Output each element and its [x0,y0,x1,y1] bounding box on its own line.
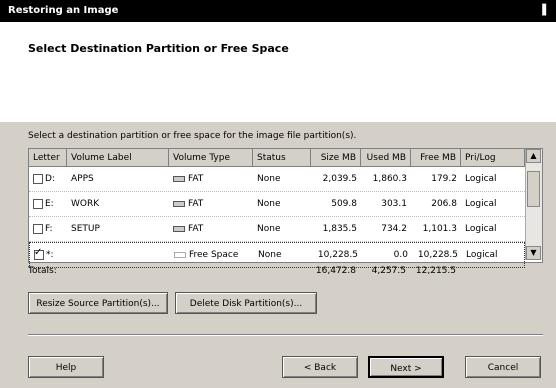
size-mb: 2,039.5 [322,174,357,184]
free-mb: 1,101.3 [422,224,457,234]
totals-row: Totals: 16,472.8 4,257.5 12,215.5 [28,266,524,282]
column-letter[interactable]: Letter [29,149,67,167]
used-mb: 1,860.3 [372,174,407,184]
volume-label: APPS [71,174,94,184]
table-row[interactable]: D: APPS FAT None 2,039.5 1,860.3 179.2 L… [29,167,525,192]
next-button[interactable]: Next > [368,356,444,378]
row-checkbox-checked[interactable] [34,247,44,260]
table-header: Letter Volume Label Volume Type Status S… [29,149,525,167]
table-row[interactable]: F: SETUP FAT None 1,835.5 734.2 1,101.3 … [29,217,525,242]
down-arrow-icon[interactable]: ▼ [526,246,541,260]
size-mb: 509.8 [331,199,357,209]
resize-source-partitions-button[interactable]: Resize Source Partition(s)... [28,292,168,314]
pri-log: Logical [465,174,497,184]
totals-label: Totals: [28,266,57,276]
table-row[interactable]: E: WORK FAT None 509.8 303.1 206.8 Logic… [29,192,525,217]
back-button[interactable]: < Back [282,356,358,378]
status: None [257,224,281,234]
used-mb: 303.1 [381,199,407,209]
wizard-header: Select Destination Partition or Free Spa… [0,22,556,122]
drive-letter: F: [45,224,53,234]
partition-table: Letter Volume Label Volume Type Status S… [28,148,543,268]
drive-icon [173,200,185,207]
column-pri-log[interactable]: Pri/Log [461,149,525,167]
free-mb: 10,228.5 [417,250,458,260]
total-free: 12,215.5 [415,266,456,276]
drive-icon [173,175,185,182]
column-free[interactable]: Free MB [411,149,461,167]
size-mb: 10,228.5 [317,250,358,260]
drive-letter: *: [46,250,54,260]
status: None [257,199,281,209]
row-checkbox[interactable] [33,199,43,209]
drive-icon [173,225,185,232]
pri-log: Logical [466,250,498,260]
scrollbar-thumb[interactable] [527,171,540,207]
up-arrow-icon[interactable]: ▲ [526,149,541,163]
row-checkbox[interactable] [33,174,43,184]
drive-letter: D: [45,174,55,184]
page-title: Select Destination Partition or Free Spa… [28,42,289,55]
vertical-scrollbar[interactable]: ▲ ▼ [525,149,542,260]
column-volume-label[interactable]: Volume Label [67,149,169,167]
used-mb: 734.2 [381,224,407,234]
row-checkbox[interactable] [33,224,43,234]
free-space-icon [174,251,186,258]
volume-label: SETUP [71,224,100,234]
volume-type: FAT [188,174,204,184]
column-status[interactable]: Status [253,149,311,167]
pri-log: Logical [465,199,497,209]
window-title: Restoring an Image [8,5,119,16]
table-rows: D: APPS FAT None 2,039.5 1,860.3 179.2 L… [29,167,525,268]
status: None [258,250,282,260]
title-bar: Restoring an Image ▌ [0,0,556,22]
column-volume-type[interactable]: Volume Type [169,149,253,167]
drive-letter: E: [45,199,54,209]
volume-type: Free Space [189,250,239,260]
title-bar-edge: ▌ [542,5,550,16]
pri-log: Logical [465,224,497,234]
table-row-selected[interactable]: *: Free Space None 10,228.5 0.0 10,228.5… [29,242,525,268]
divider [28,334,543,336]
free-mb: 206.8 [431,199,457,209]
size-mb: 1,835.5 [322,224,357,234]
delete-disk-partitions-button[interactable]: Delete Disk Partition(s)... [175,292,317,314]
volume-label: WORK [71,199,100,209]
cancel-button[interactable]: Cancel [465,356,541,378]
column-used[interactable]: Used MB [361,149,411,167]
volume-type: FAT [188,224,204,234]
status: None [257,174,281,184]
instruction-text: Select a destination partition or free s… [28,131,357,141]
column-size[interactable]: Size MB [311,149,361,167]
total-used: 4,257.5 [371,266,406,276]
total-size: 16,472.8 [315,266,356,276]
help-button[interactable]: Help [28,356,104,378]
free-mb: 179.2 [431,174,457,184]
used-mb: 0.0 [393,250,408,260]
volume-type: FAT [188,199,204,209]
volume-label [72,243,168,267]
